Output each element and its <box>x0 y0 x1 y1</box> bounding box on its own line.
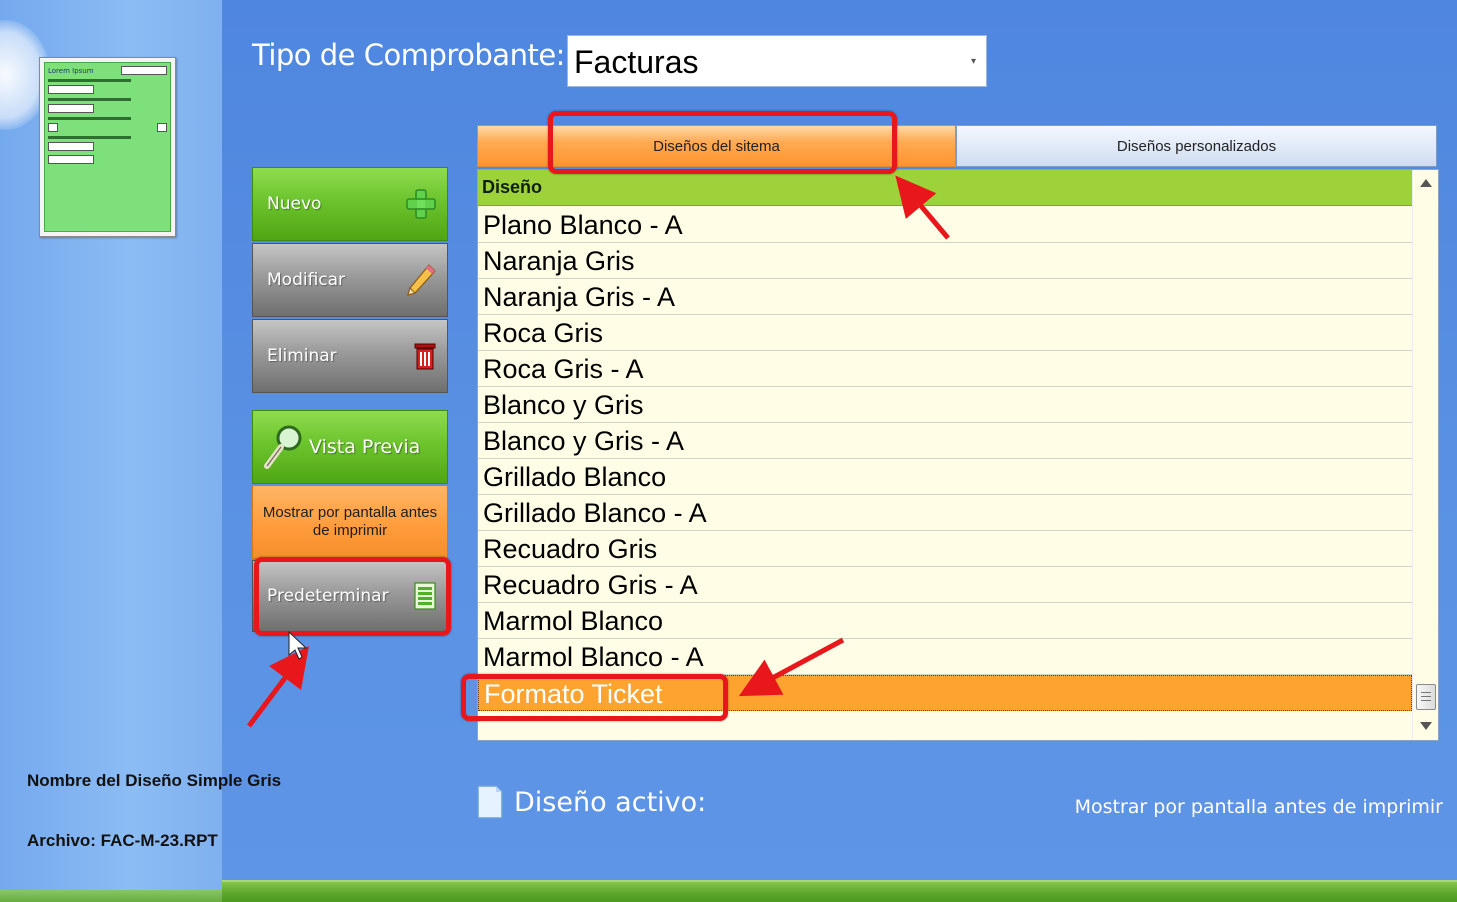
design-list[interactable]: Diseño Plano Blanco - A Naranja Gris Nar… <box>477 169 1439 741</box>
dropdown-arrow-icon[interactable]: ▾ <box>971 56 976 67</box>
design-thumbnail: Lorem Ipsum <box>39 57 176 237</box>
tipo-comprobante-label: Tipo de Comprobante: <box>252 38 565 72</box>
nuevo-button[interactable]: Nuevo <box>252 167 448 241</box>
design-file-info: Archivo: FAC-M-23.RPT <box>27 831 218 850</box>
vista-previa-label: Vista Previa <box>309 436 421 458</box>
list-item[interactable]: Grillado Blanco - A <box>478 495 1412 531</box>
list-item[interactable]: Marmol Blanco <box>478 603 1412 639</box>
list-item[interactable]: Grillado Blanco <box>478 459 1412 495</box>
pencil-icon <box>407 264 436 296</box>
column-header-diseno[interactable]: Diseño <box>478 170 1412 206</box>
magnifier-icon <box>264 425 302 469</box>
eliminar-button[interactable]: Eliminar <box>252 319 448 393</box>
list-scrollbar[interactable] <box>1412 170 1438 740</box>
mostrar-por-pantalla-label: Mostrar por pantalla antes de imprimir <box>262 504 438 539</box>
trash-icon <box>414 343 436 370</box>
scroll-down-arrow-icon[interactable] <box>1420 722 1432 730</box>
nuevo-button-label: Nuevo <box>267 194 322 214</box>
plus-icon <box>406 189 436 219</box>
mostrar-por-pantalla-toggle[interactable]: Mostrar por pantalla antes de imprimir <box>252 485 448 559</box>
grass-decoration <box>222 880 1457 902</box>
scrollbar-thumb[interactable] <box>1416 684 1436 710</box>
list-item[interactable]: Recuadro Gris <box>478 531 1412 567</box>
grass-decoration-left <box>0 890 222 902</box>
list-item[interactable]: Blanco y Gris <box>478 387 1412 423</box>
scroll-up-arrow-icon[interactable] <box>1420 179 1432 187</box>
thumbnail-title: Lorem Ipsum <box>48 66 94 75</box>
thumbnail-content: Lorem Ipsum <box>44 62 171 232</box>
list-item[interactable]: Naranja Gris - A <box>478 279 1412 315</box>
design-list-rows: Plano Blanco - A Naranja Gris Naranja Gr… <box>478 207 1412 711</box>
tipo-comprobante-value: Facturas <box>574 44 699 80</box>
tab-highlight-box <box>548 111 897 174</box>
design-name-info: Nombre del Diseño Simple Gris <box>27 771 282 790</box>
active-design-label: Diseño activo: <box>514 786 707 818</box>
predeterminar-highlight-box <box>254 557 451 636</box>
list-item[interactable]: Roca Gris <box>478 315 1412 351</box>
document-icon <box>477 785 503 819</box>
tipo-comprobante-select[interactable]: Facturas ▾ <box>567 35 987 87</box>
modificar-button-label: Modificar <box>267 270 346 290</box>
tab-disenos-personalizados[interactable]: Diseños personalizados <box>956 125 1437 167</box>
active-design: Diseño activo: <box>476 784 706 820</box>
list-item[interactable]: Recuadro Gris - A <box>478 567 1412 603</box>
active-display-mode: Mostrar por pantalla antes de imprimir <box>1074 796 1443 818</box>
eliminar-button-label: Eliminar <box>267 346 337 366</box>
list-item[interactable]: Plano Blanco - A <box>478 207 1412 243</box>
selected-row-highlight-box <box>461 674 728 721</box>
list-item[interactable]: Marmol Blanco - A <box>478 639 1412 675</box>
list-item[interactable]: Naranja Gris <box>478 243 1412 279</box>
modificar-button[interactable]: Modificar <box>252 243 448 317</box>
list-item[interactable]: Roca Gris - A <box>478 351 1412 387</box>
list-item[interactable]: Blanco y Gris - A <box>478 423 1412 459</box>
vista-previa-button[interactable]: Vista Previa <box>252 410 448 484</box>
